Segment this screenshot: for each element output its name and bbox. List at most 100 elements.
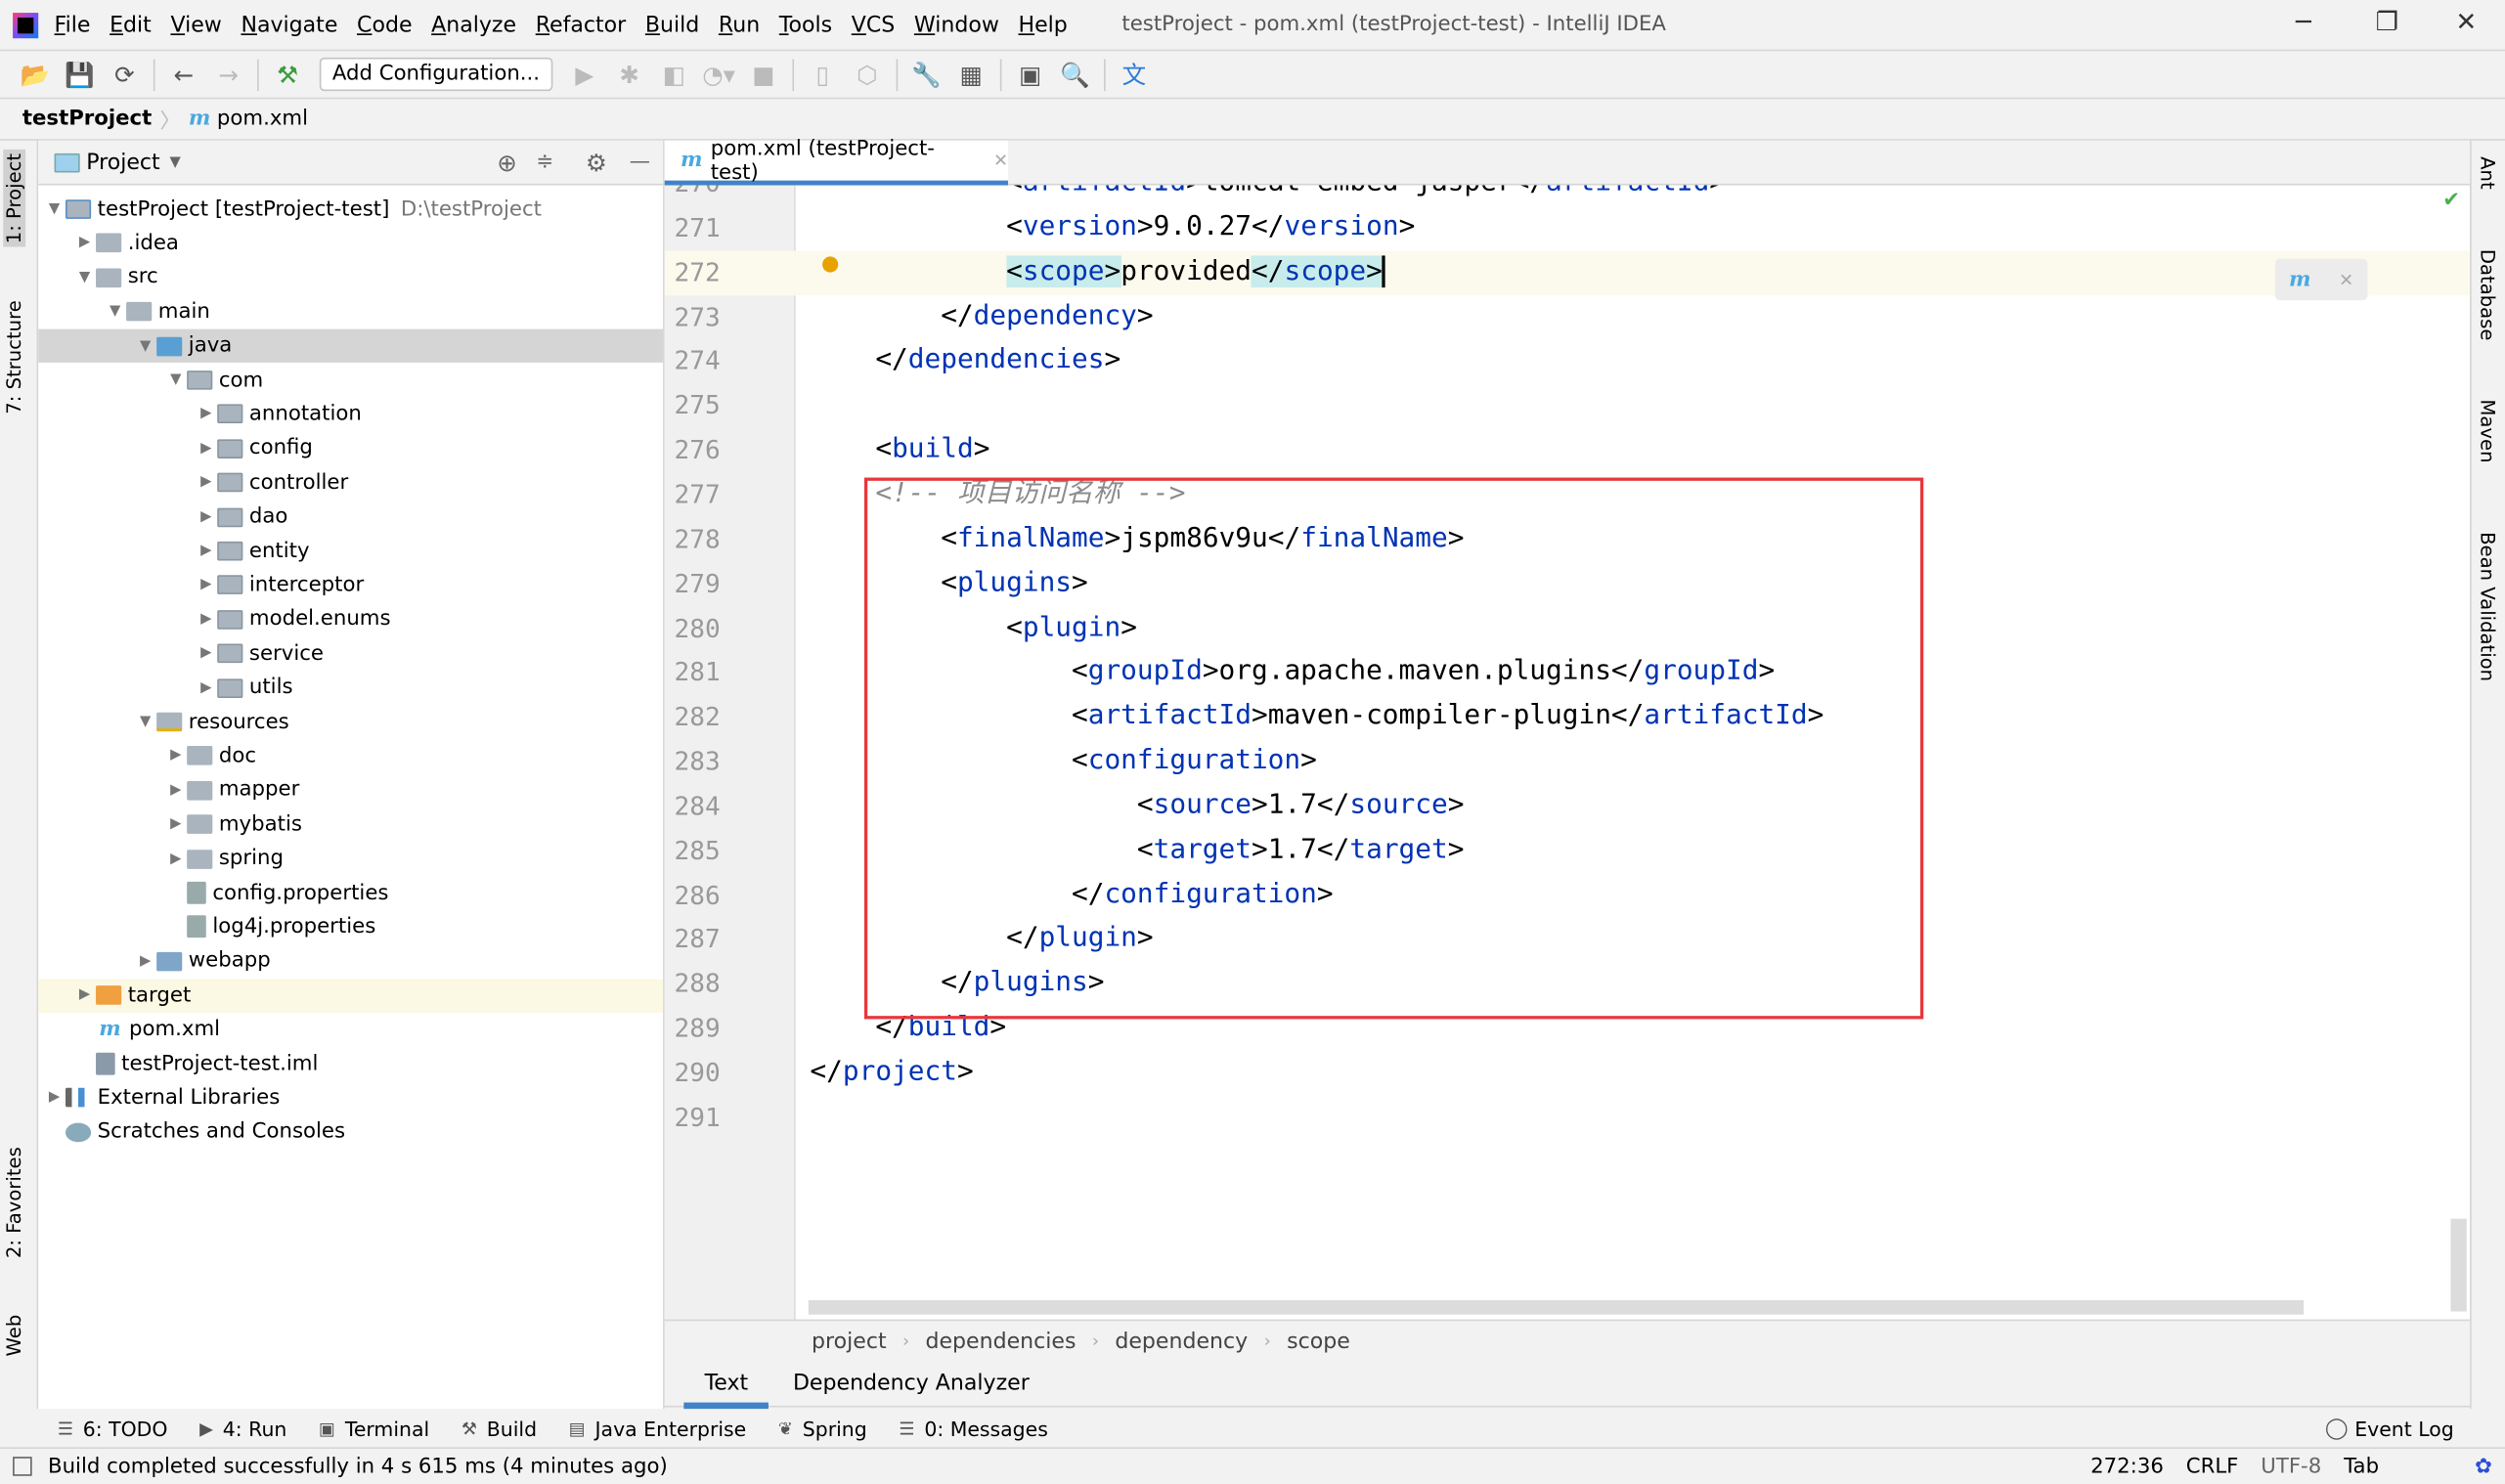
- forward-icon[interactable]: →: [206, 60, 251, 88]
- tree-item[interactable]: ▶ service: [38, 636, 663, 670]
- expand-down-icon[interactable]: ▼: [134, 714, 156, 729]
- tool-tab-favorites[interactable]: 2: Favorites: [3, 1147, 25, 1258]
- menu-view[interactable]: View: [170, 12, 221, 37]
- minimize-button[interactable]: ─: [2296, 7, 2311, 37]
- tree-item[interactable]: ▶ mapper: [38, 773, 663, 807]
- tool-tab-maven[interactable]: Maven: [2477, 399, 2499, 462]
- menu-code[interactable]: Code: [357, 12, 412, 37]
- debug-icon[interactable]: ✱: [607, 60, 652, 88]
- tree-item[interactable]: ▶ config: [38, 432, 663, 465]
- expand-right-icon[interactable]: ▶: [134, 953, 156, 969]
- menu-run[interactable]: Run: [719, 12, 760, 37]
- tree-item[interactable]: ▶ doc: [38, 739, 663, 772]
- tree-item[interactable]: ▶ controller: [38, 466, 663, 500]
- tree-item[interactable]: ▶ interceptor: [38, 569, 663, 602]
- event-log-button[interactable]: ◯ Event Log: [2325, 1416, 2454, 1440]
- tree-item[interactable]: ▶ target: [38, 979, 664, 1013]
- tree-item[interactable]: m pom.xml: [38, 1013, 663, 1046]
- expand-right-icon[interactable]: ▶: [164, 748, 187, 764]
- tool-tab-ant[interactable]: Ant: [2477, 156, 2499, 190]
- run-icon[interactable]: ▶: [562, 60, 607, 88]
- tree-item[interactable]: ▶ entity: [38, 535, 663, 568]
- project-structure-icon[interactable]: ▦: [948, 60, 993, 88]
- tree-item[interactable]: log4j.properties: [38, 910, 663, 943]
- menu-file[interactable]: File: [55, 12, 91, 37]
- tree-item[interactable]: testProject-test.iml: [38, 1047, 663, 1080]
- profile-icon[interactable]: ◔▾: [696, 60, 741, 88]
- settings-wrench-icon[interactable]: 🔧: [904, 60, 949, 88]
- menu-tools[interactable]: Tools: [779, 12, 832, 37]
- expand-right-icon[interactable]: ▶: [164, 851, 187, 866]
- tree-item[interactable]: ▼ main: [38, 295, 663, 328]
- nav-project[interactable]: testProject: [22, 107, 152, 131]
- tool-window-button[interactable]: ☰ 0: Messages: [899, 1416, 1047, 1440]
- tree-item[interactable]: Scratches and Consoles: [38, 1115, 663, 1149]
- open-icon[interactable]: 📂: [13, 60, 58, 88]
- status-message[interactable]: Build completed successfully in 4 s 615 …: [48, 1455, 668, 1479]
- indent-setting[interactable]: Tab: [2344, 1455, 2379, 1479]
- tree-item[interactable]: ▶ .idea: [38, 227, 663, 260]
- tree-item[interactable]: ▼ com: [38, 364, 663, 397]
- coverage-icon[interactable]: ◧: [651, 60, 696, 88]
- line-separator[interactable]: CRLF: [2186, 1455, 2239, 1479]
- project-view-selector[interactable]: Project: [86, 150, 159, 175]
- expand-right-icon[interactable]: ▶: [195, 611, 217, 627]
- expand-down-icon[interactable]: ▼: [43, 201, 66, 217]
- gear-icon[interactable]: ⚙: [586, 148, 607, 176]
- close-popup-icon[interactable]: ✕: [2339, 269, 2353, 289]
- tree-item[interactable]: ▼ resources: [38, 705, 663, 738]
- breadcrumb-item[interactable]: dependencies: [925, 1329, 1076, 1354]
- device-icon[interactable]: ▯: [800, 60, 845, 88]
- translate-icon[interactable]: 文: [1112, 58, 1157, 91]
- collapse-all-icon[interactable]: ≑: [536, 151, 553, 175]
- tree-item[interactable]: config.properties: [38, 876, 663, 909]
- toggle-tool-windows-icon[interactable]: [13, 1457, 32, 1476]
- editor-bottom-tab[interactable]: Text: [683, 1371, 770, 1410]
- tree-item[interactable]: ▶ webapp: [38, 944, 663, 978]
- menu-edit[interactable]: Edit: [110, 12, 152, 37]
- nav-file[interactable]: pom.xml: [217, 107, 308, 131]
- vertical-scrollbar[interactable]: [2450, 1218, 2467, 1312]
- expand-down-icon[interactable]: ▼: [73, 270, 96, 285]
- expand-right-icon[interactable]: ▶: [195, 679, 217, 695]
- expand-right-icon[interactable]: ▶: [164, 782, 187, 798]
- run-anything-icon[interactable]: ▣: [1008, 60, 1053, 88]
- menu-vcs[interactable]: VCS: [852, 12, 896, 37]
- tree-item[interactable]: ▼ testProject [testProject-test] D:\testPr…: [38, 193, 663, 226]
- tree-item[interactable]: ▶ mybatis: [38, 807, 663, 841]
- expand-right-icon[interactable]: ▶: [43, 1090, 66, 1106]
- menu-analyze[interactable]: Analyze: [431, 12, 516, 37]
- tool-tab-project[interactable]: 1: Project: [3, 150, 26, 247]
- menu-refactor[interactable]: Refactor: [536, 12, 627, 37]
- deploy-icon[interactable]: ⬡: [845, 60, 890, 88]
- editor-bottom-tab[interactable]: Dependency Analyzer: [793, 1371, 1030, 1396]
- expand-right-icon[interactable]: ▶: [195, 544, 217, 559]
- back-icon[interactable]: ←: [161, 60, 206, 88]
- tool-tab-structure[interactable]: 7: Structure: [3, 300, 25, 415]
- tree-item[interactable]: ▶ annotation: [38, 398, 663, 431]
- menu-navigate[interactable]: Navigate: [241, 12, 337, 37]
- expand-right-icon[interactable]: ▶: [195, 475, 217, 491]
- expand-right-icon[interactable]: ▶: [195, 441, 217, 457]
- tree-item[interactable]: ▶ spring: [38, 842, 663, 875]
- menu-help[interactable]: Help: [1019, 12, 1068, 37]
- chevron-down-icon[interactable]: ▼: [170, 154, 181, 170]
- tool-window-button[interactable]: ▣ Terminal: [319, 1416, 429, 1440]
- expand-right-icon[interactable]: ▶: [73, 987, 96, 1003]
- expand-right-icon[interactable]: ▶: [195, 645, 217, 661]
- sync-icon[interactable]: ⟳: [103, 60, 148, 88]
- intention-bulb-icon[interactable]: ●: [821, 252, 840, 277]
- close-tab-icon[interactable]: ✕: [993, 151, 1008, 171]
- tree-item[interactable]: ▶ utils: [38, 671, 663, 704]
- tool-tab-web[interactable]: Web: [3, 1315, 25, 1357]
- search-icon[interactable]: 🔍: [1053, 60, 1098, 88]
- hide-icon[interactable]: —: [630, 151, 650, 175]
- inspection-ok-icon[interactable]: ✔: [2442, 189, 2460, 213]
- caret-position[interactable]: 272:36: [2090, 1455, 2164, 1479]
- menu-build[interactable]: Build: [645, 12, 699, 37]
- tool-window-button[interactable]: ⚒ Build: [461, 1416, 537, 1440]
- tool-window-button[interactable]: ❦ Spring: [778, 1416, 867, 1440]
- tree-item[interactable]: ▶ dao: [38, 501, 663, 534]
- tool-window-button[interactable]: ▤ Java Enterprise: [569, 1416, 747, 1440]
- breadcrumb-item[interactable]: dependency: [1115, 1329, 1248, 1354]
